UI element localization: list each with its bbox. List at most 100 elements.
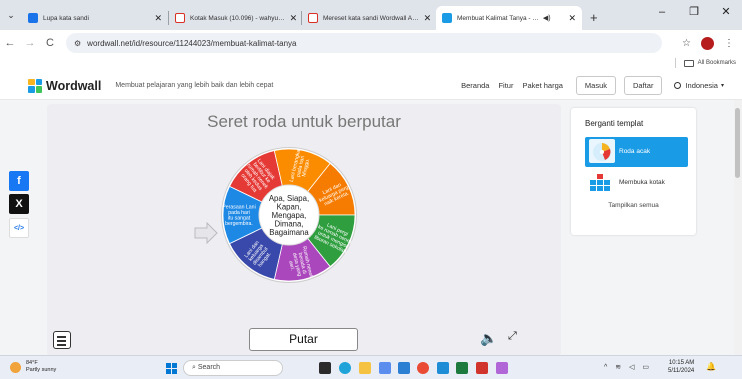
wordwall-logo[interactable]: Wordwall [28, 78, 102, 93]
template-open-box[interactable]: Membuka kotak [589, 171, 684, 193]
wordwall-favicon-icon [442, 13, 452, 23]
template-label: Roda acak [619, 148, 651, 155]
site-tagline: Membuat pelajaran yang lebih baik dan le… [115, 82, 274, 89]
language-selector[interactable]: Indonesia ▾ [674, 81, 724, 90]
nav-home[interactable]: Beranda [461, 81, 489, 90]
bookmark-star-icon[interactable]: ☆ [682, 38, 691, 49]
weather-widget[interactable]: 84°F Partly sunny [10, 360, 56, 374]
reload-button[interactable]: C [40, 37, 60, 49]
task-view-icon[interactable] [319, 362, 331, 374]
wheel-pointer-icon [194, 222, 218, 244]
wheel-segment-text: bergembira. [225, 221, 253, 227]
register-button[interactable]: Daftar [624, 76, 663, 95]
nav-pricing[interactable]: Paket harga [522, 81, 562, 90]
store-icon[interactable] [379, 362, 391, 374]
game-title: Seret roda untuk berputar [207, 112, 401, 131]
browser-tab[interactable]: Kotak Masuk (10.096) - wahyu… ✕ [169, 6, 301, 30]
windows-start-icon[interactable] [166, 363, 177, 374]
top-nav: Beranda Fitur Paket harga Masuk Daftar I… [461, 76, 742, 95]
browser-tab[interactable]: Lupa kata sandi ✕ [22, 6, 168, 30]
taskbar-clock[interactable]: 10:15 AM 5/11/2024 [668, 360, 694, 375]
toolbar-right: ☆ ⋮ [682, 36, 742, 50]
logo-text: Wordwall [46, 78, 102, 93]
template-random-wheel[interactable]: Roda acak [585, 137, 688, 167]
bookmarks-separator [674, 58, 676, 68]
tab-favicon-icon [28, 13, 38, 23]
tab-close-icon[interactable]: ✕ [419, 13, 432, 24]
panel-title: Berganti templat [585, 119, 644, 128]
gmail-favicon-icon [308, 13, 318, 23]
fullscreen-icon[interactable]: ⤢ [508, 330, 517, 343]
back-button[interactable]: ← [0, 37, 20, 49]
tab-strip: ⌄ Lupa kata sandi ✕ Kotak Masuk (10.096)… [0, 0, 742, 30]
gmail-favicon-icon [175, 13, 185, 23]
tab-close-icon[interactable]: ✕ [149, 13, 162, 24]
menu-button[interactable] [53, 331, 71, 349]
wheel-center-text: Bagaimana [269, 228, 309, 237]
site-header: Wordwall Membuat pelajaran yang lebih ba… [0, 72, 742, 100]
close-button[interactable]: ✕ [710, 0, 742, 24]
menu-line [57, 344, 66, 346]
spin-wheel[interactable]: Lani diajakberlibur kerumah nenekoleh ke… [221, 147, 357, 283]
tab-title: Lupa kata sandi [43, 14, 89, 22]
wordwall-logo-icon [28, 78, 42, 93]
system-tray[interactable]: ^ ≋ ◁ ▭ [604, 363, 652, 371]
mail-icon[interactable] [398, 362, 410, 374]
app-icon[interactable] [456, 362, 468, 374]
template-panel: Berganti templat Roda acak Membuka kotak… [571, 108, 696, 235]
app-icon[interactable] [476, 362, 488, 374]
clock-date: 5/11/2024 [668, 367, 695, 374]
weather-temp: 84°F [26, 360, 38, 366]
url-text[interactable]: wordwall.net/id/resource/11244023/membua… [87, 39, 296, 48]
window-controls: – ❐ ✕ [646, 0, 742, 24]
search-label: Search [197, 364, 221, 371]
browser-tab[interactable]: Mereset kata sandi Wordwall A… ✕ [302, 6, 436, 30]
address-bar[interactable]: ⚙ wordwall.net/id/resource/11244023/memb… [66, 33, 662, 53]
all-bookmarks-link[interactable]: All Bookmarks [698, 60, 736, 66]
browser-tab-active[interactable]: Membuat Kalimat Tanya - … ◀) ✕ [436, 6, 582, 30]
new-tab-button[interactable]: + [582, 10, 606, 30]
app-icon[interactable] [437, 362, 449, 374]
file-explorer-icon[interactable] [359, 362, 371, 374]
taskbar-search[interactable]: ⌕ Search [183, 360, 283, 376]
profile-avatar[interactable] [701, 36, 714, 50]
language-label: Indonesia [685, 81, 718, 90]
tab-title: Mereset kata sandi Wordwall A… [323, 14, 419, 22]
edge-icon[interactable] [339, 362, 351, 374]
show-all-link[interactable]: Tampilkan semua [571, 202, 696, 209]
forward-button[interactable]: → [20, 37, 40, 49]
tab-close-icon[interactable]: ✕ [563, 13, 576, 24]
site-info-icon[interactable]: ⚙ [74, 39, 81, 48]
weather-desc: Partly sunny [26, 367, 57, 373]
address-row: ← → C ⚙ wordwall.net/id/resource/1124402… [0, 30, 742, 56]
menu-line [57, 340, 66, 342]
tab-search-button[interactable]: ⌄ [0, 0, 22, 30]
sound-icon[interactable]: 🔈 [480, 330, 497, 347]
x-share-button[interactable]: X [9, 194, 29, 214]
chevron-down-icon: ▾ [720, 83, 724, 89]
template-label: Membuka kotak [619, 179, 665, 186]
embed-share-button[interactable]: </> [9, 218, 29, 238]
app-icon[interactable] [496, 362, 508, 374]
login-button[interactable]: Masuk [575, 76, 617, 95]
tab-audio-icon[interactable]: ◀) [543, 14, 551, 22]
folder-icon [683, 59, 694, 67]
weather-text: 84°F Partly sunny [26, 360, 56, 374]
notification-bell-icon[interactable]: 🔔 [706, 362, 716, 371]
tab-title: Membuat Kalimat Tanya - … [457, 14, 539, 22]
browser-menu-icon[interactable]: ⋮ [724, 38, 734, 49]
minimize-button[interactable]: – [646, 0, 678, 24]
bookmarks-bar: All Bookmarks [0, 56, 742, 70]
facebook-share-button[interactable]: f [9, 171, 29, 191]
page-scrollbar[interactable] [734, 100, 742, 355]
random-wheel-icon [589, 139, 615, 163]
globe-icon [674, 82, 682, 89]
nav-features[interactable]: Fitur [498, 81, 513, 90]
tab-close-icon[interactable]: ✕ [285, 13, 298, 24]
scrollbar-thumb[interactable] [735, 108, 740, 178]
spin-button[interactable]: Putar [249, 328, 358, 351]
weather-sun-icon [10, 361, 21, 373]
chrome-icon[interactable] [417, 362, 429, 374]
maximize-button[interactable]: ❐ [678, 0, 710, 24]
open-box-icon [589, 173, 611, 191]
